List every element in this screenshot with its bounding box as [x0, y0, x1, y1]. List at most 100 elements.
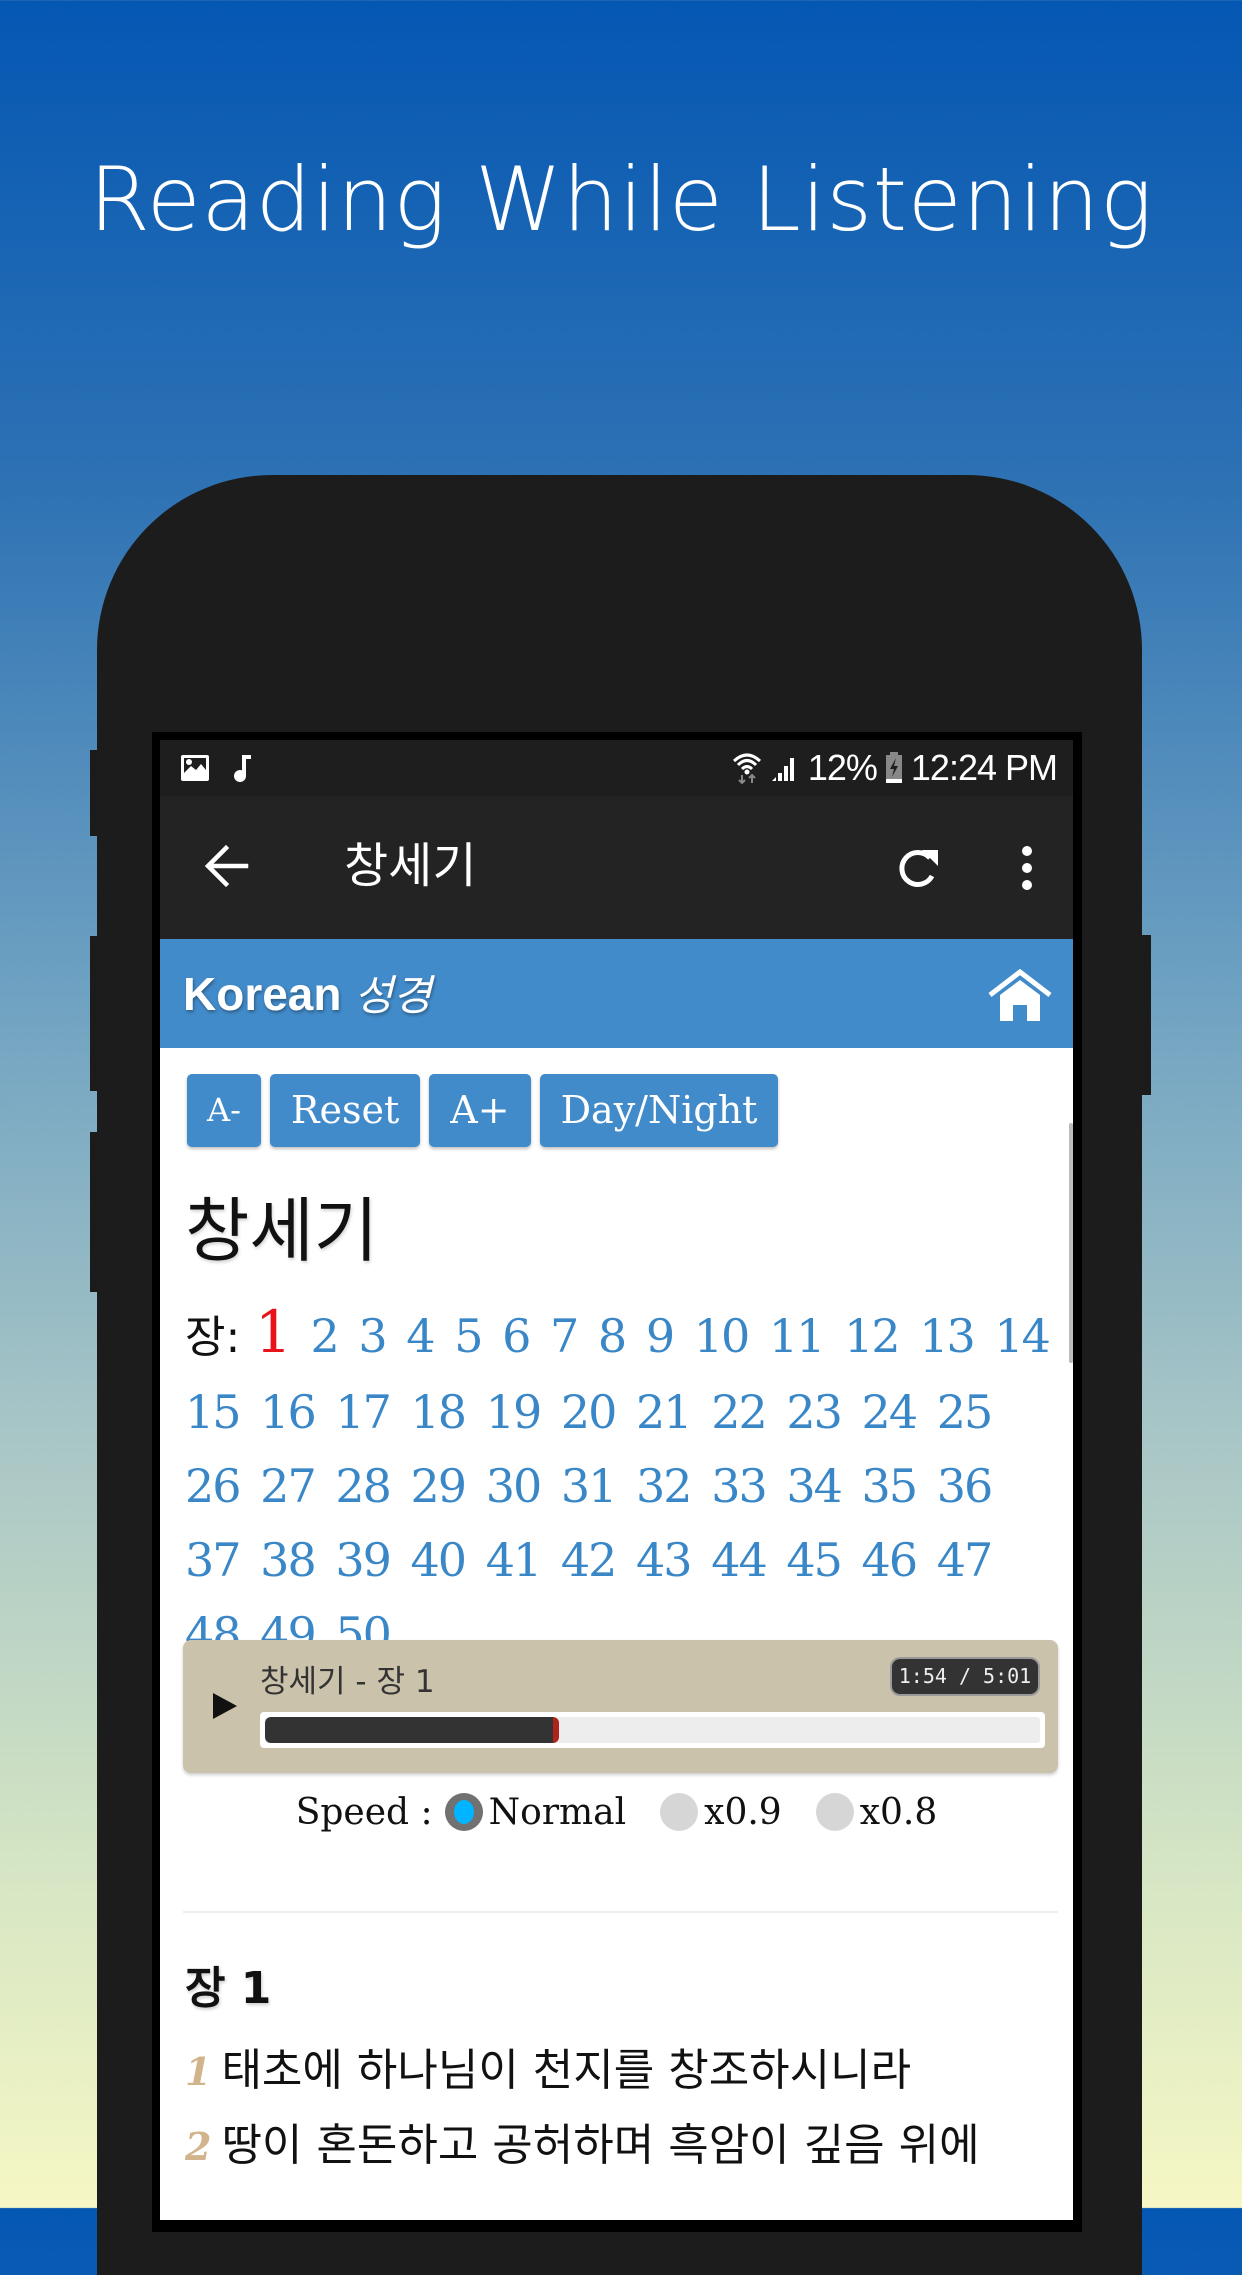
chapter-link[interactable]: 44 — [711, 1533, 768, 1587]
status-bar: 12% 12:24 PM — [160, 740, 1073, 796]
chapter-link[interactable]: 31 — [561, 1459, 618, 1513]
divider — [183, 1911, 1058, 1913]
chapter-link[interactable]: 23 — [786, 1385, 843, 1439]
progress-fill — [265, 1717, 559, 1743]
phone-screen: 12% 12:24 PM 창세기 Korean 성경 A- Reset A+ D… — [160, 740, 1073, 2220]
wifi-icon — [732, 753, 761, 785]
speed-option-0-8[interactable]: x0.8 — [815, 1791, 938, 1833]
chapter-link[interactable]: 36 — [937, 1459, 994, 1513]
speed-selector: Speed : Normal x0.9 x0.8 — [160, 1790, 1073, 1834]
speed-option-label: Normal — [488, 1791, 627, 1833]
home-icon[interactable] — [988, 969, 1052, 1023]
chapter-link[interactable]: 7 — [550, 1309, 579, 1363]
chapter-link[interactable]: 27 — [260, 1459, 317, 1513]
chapter-link[interactable]: 46 — [862, 1533, 919, 1587]
battery-percent: 12% — [807, 747, 878, 788]
progress-track — [265, 1717, 1040, 1743]
radio-normal[interactable] — [444, 1793, 483, 1831]
image-icon — [181, 755, 209, 781]
chapter-link[interactable]: 25 — [937, 1385, 994, 1439]
chapter-link[interactable]: 29 — [411, 1459, 468, 1513]
brand-english: Korean — [183, 968, 342, 1020]
chapter-link[interactable]: 6 — [502, 1309, 531, 1363]
chapter-link[interactable]: 5 — [454, 1309, 483, 1363]
chapter-link[interactable]: 26 — [185, 1459, 242, 1513]
speed-option-normal[interactable]: Normal — [444, 1791, 627, 1833]
battery-charging-icon — [885, 752, 902, 783]
chapter-link[interactable]: 11 — [769, 1309, 826, 1363]
chapter-link[interactable]: 13 — [919, 1309, 976, 1363]
scrollbar[interactable] — [1069, 1123, 1073, 1363]
speed-label: Speed : — [295, 1791, 433, 1833]
speed-option-label: x0.8 — [859, 1791, 938, 1833]
chapter-link[interactable]: 14 — [994, 1309, 1051, 1363]
chapter-link[interactable]: 20 — [561, 1385, 618, 1439]
chapter-link[interactable]: 2 — [310, 1309, 339, 1363]
app-bar: 창세기 — [160, 796, 1073, 939]
radio-0-8[interactable] — [815, 1793, 854, 1831]
chapter-link[interactable]: 34 — [786, 1459, 843, 1513]
verse-number: 2 — [185, 2124, 212, 2169]
refresh-icon[interactable] — [896, 846, 942, 892]
verse-number: 1 — [185, 2049, 212, 2094]
progress-bar[interactable] — [260, 1712, 1045, 1748]
chapter-link[interactable]: 28 — [335, 1459, 392, 1513]
chapter-link[interactable]: 45 — [786, 1533, 843, 1587]
chapter-link[interactable]: 16 — [260, 1385, 317, 1439]
verse-text: 태초에 하나님이 천지를 창조하시니라 — [221, 2045, 912, 2096]
chapter-link[interactable]: 40 — [411, 1533, 468, 1587]
increase-font-button[interactable]: A+ — [429, 1074, 531, 1147]
decrease-font-button[interactable]: A- — [187, 1074, 261, 1147]
chapter-list: 장: 1 2 3 4 5 6 7 8 9 10 11 12 13 14 15 1… — [185, 1295, 1065, 1671]
brand-korean: 성경 — [354, 971, 432, 1020]
verse: 1 태초에 하나님이 천지를 창조하시니라 — [185, 2043, 911, 2100]
chapter-link[interactable]: 9 — [646, 1309, 675, 1363]
chapter-link[interactable]: 18 — [411, 1385, 468, 1439]
font-controls: A- Reset A+ Day/Night — [187, 1074, 779, 1147]
chapter-link[interactable]: 3 — [358, 1309, 387, 1363]
speed-option-label: x0.9 — [704, 1791, 782, 1833]
day-night-toggle-button[interactable]: Day/Night — [539, 1074, 779, 1147]
book-title: 창세기 — [185, 1190, 379, 1272]
chapter-link[interactable]: 8 — [598, 1309, 627, 1363]
chapter-link[interactable]: 4 — [406, 1309, 435, 1363]
chapter-link[interactable]: 35 — [862, 1459, 919, 1513]
chapter-link[interactable]: 42 — [561, 1533, 618, 1587]
site-brand[interactable]: Korean 성경 — [183, 965, 432, 1025]
verse: 2 땅이 혼돈하고 공허하며 흑암이 깊음 위에 — [185, 2118, 980, 2175]
site-header: Korean 성경 — [160, 939, 1073, 1048]
chapter-link[interactable]: 12 — [844, 1309, 901, 1363]
chapter-link[interactable]: 30 — [486, 1459, 543, 1513]
chapter-link[interactable]: 24 — [862, 1385, 919, 1439]
more-options-icon[interactable] — [1012, 844, 1042, 892]
chapter-link[interactable]: 37 — [185, 1533, 242, 1587]
audio-player: 창세기 - 장 1 1:54 / 5:01 — [183, 1640, 1058, 1773]
clock: 12:24 PM — [910, 747, 1058, 788]
chapter-heading: 장 1 — [185, 1963, 272, 2014]
chapter-link[interactable]: 33 — [711, 1459, 768, 1513]
chapter-link[interactable]: 43 — [636, 1533, 693, 1587]
chapter-link[interactable]: 19 — [486, 1385, 543, 1439]
promo-headline: Reading While Listening — [88, 148, 1154, 251]
radio-0-9[interactable] — [660, 1793, 699, 1831]
verse-text: 땅이 혼돈하고 공허하며 흑암이 깊음 위에 — [221, 2120, 980, 2171]
chapter-link[interactable]: 32 — [636, 1459, 693, 1513]
chapter-link[interactable]: 17 — [335, 1385, 392, 1439]
app-bar-title: 창세기 — [344, 838, 477, 894]
play-icon[interactable] — [213, 1693, 237, 1719]
chapter-link-current[interactable]: 1 — [255, 1298, 292, 1366]
track-title: 창세기 - 장 1 — [260, 1664, 435, 1700]
reset-font-button[interactable]: Reset — [269, 1074, 421, 1147]
music-note-icon — [234, 755, 251, 782]
chapter-link[interactable]: 47 — [937, 1533, 994, 1587]
chapter-link[interactable]: 38 — [260, 1533, 317, 1587]
chapter-link[interactable]: 39 — [335, 1533, 392, 1587]
chapter-link[interactable]: 22 — [711, 1385, 768, 1439]
back-arrow-icon[interactable] — [204, 844, 250, 888]
speed-option-0-9[interactable]: x0.9 — [660, 1792, 782, 1833]
chapter-link[interactable]: 10 — [694, 1309, 751, 1363]
chapter-link[interactable]: 15 — [185, 1385, 242, 1439]
time-display: 1:54 / 5:01 — [892, 1659, 1038, 1694]
chapter-link[interactable]: 41 — [486, 1533, 543, 1587]
chapter-link[interactable]: 21 — [636, 1385, 693, 1439]
